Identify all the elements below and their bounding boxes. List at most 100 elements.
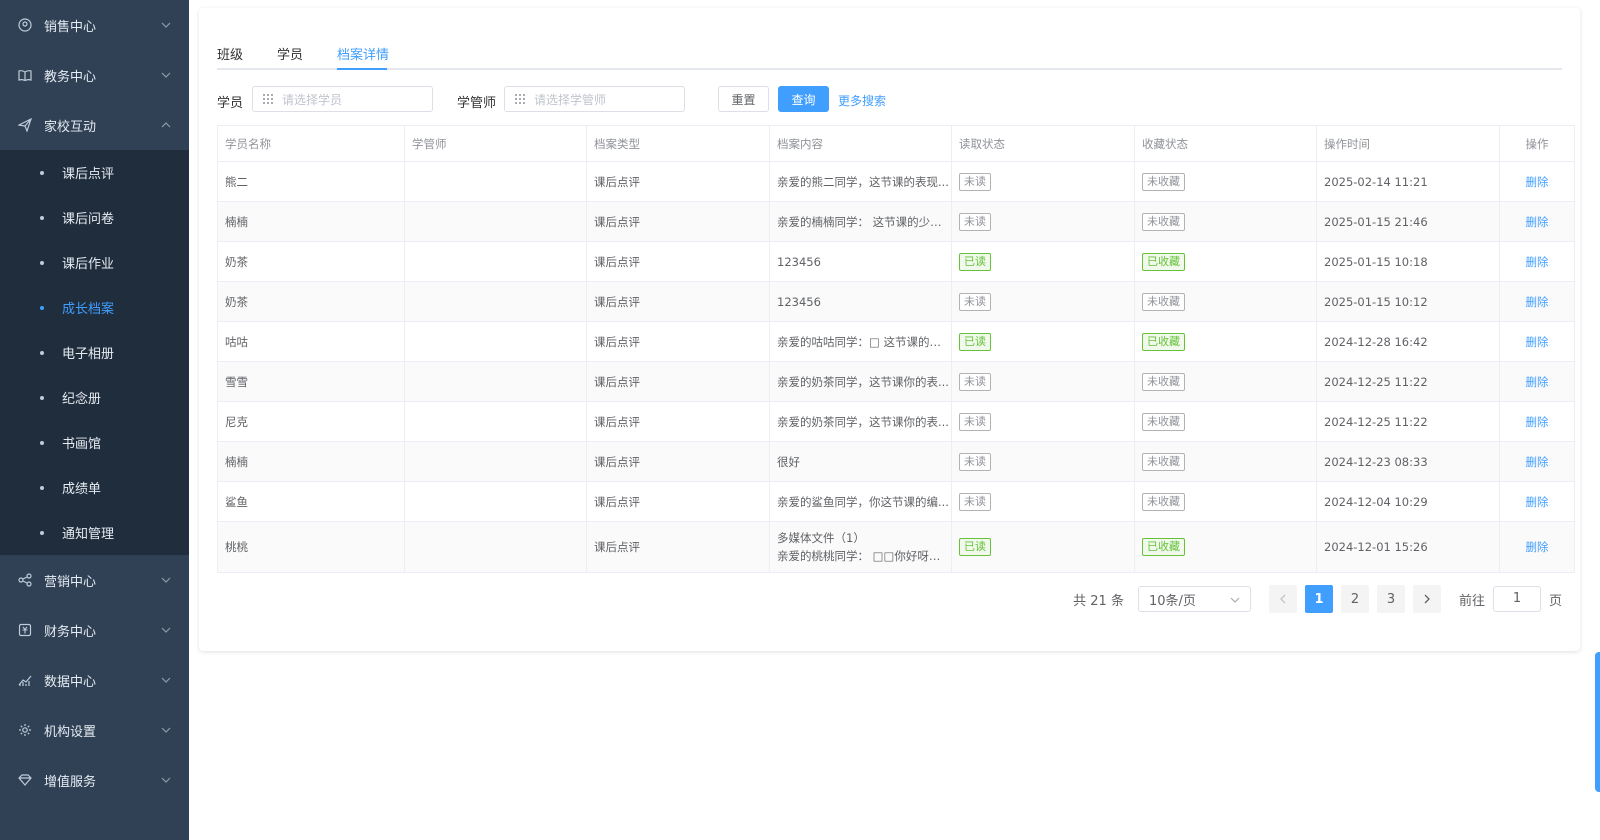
sidebar-sub-item-6[interactable]: 书画馆 xyxy=(0,420,189,465)
sidebar-sub-item-7[interactable]: 成绩单 xyxy=(0,465,189,510)
cell-archive-content: 亲爱的楠楠同学： 这节课的少儿... xyxy=(769,201,952,242)
page-button-1[interactable]: 1 xyxy=(1304,585,1333,613)
finance-icon xyxy=(18,623,32,637)
cell-operation: 删除 xyxy=(1499,321,1575,362)
chevron-up-icon xyxy=(161,120,171,130)
page-button-3[interactable]: 3 xyxy=(1376,585,1405,613)
read-status-badge: 已读 xyxy=(959,332,991,351)
menu-group-top-0[interactable]: 销售中心 xyxy=(0,0,189,50)
sidebar-sub-item-1[interactable]: 课后问卷 xyxy=(0,195,189,240)
cell-manager xyxy=(404,281,587,322)
sidebar-sub-item-0[interactable]: 课后点评 xyxy=(0,150,189,195)
tab-active-ink xyxy=(337,68,387,70)
tab-class[interactable]: 班级 xyxy=(217,44,243,63)
menu-group-top-2[interactable]: 家校互动 xyxy=(0,100,189,150)
sidebar-sub-item-5[interactable]: 纪念册 xyxy=(0,375,189,420)
cell-fav-status: 未收藏 xyxy=(1134,481,1317,522)
gear-icon xyxy=(18,723,32,737)
read-status-badge: 已读 xyxy=(959,252,991,271)
cell-manager xyxy=(404,441,587,482)
archive-content: 123456 xyxy=(777,294,821,309)
delete-link[interactable]: 删除 xyxy=(1526,255,1549,269)
delete-link[interactable]: 删除 xyxy=(1526,495,1549,509)
sidebar-sub-item-8[interactable]: 通知管理 xyxy=(0,510,189,555)
cell-student-name: 楠楠 xyxy=(217,201,405,242)
cell-op-time: 2024-12-23 08:33 xyxy=(1316,441,1500,482)
cell-archive-type: 课后点评 xyxy=(586,481,770,522)
cell-operation: 删除 xyxy=(1499,401,1575,442)
cell-archive-type: 课后点评 xyxy=(586,201,770,242)
cell-op-time: 2025-01-15 10:12 xyxy=(1316,281,1500,322)
cell-archive-type: 课后点评 xyxy=(586,241,770,282)
cell-student-name: 鲨鱼 xyxy=(217,481,405,522)
delete-link[interactable]: 删除 xyxy=(1526,215,1549,229)
more-search-link[interactable]: 更多搜索 xyxy=(838,92,886,109)
pagination: 共 21 条 10条/页 1 2 3 前往 1 页 xyxy=(1073,585,1562,613)
cell-operation: 删除 xyxy=(1499,201,1575,242)
submenu-home-school: 课后点评 课后问卷 课后作业 成长档案 电子相册 纪念册 书画馆 成绩单 通知管理 xyxy=(0,150,189,555)
next-page-button[interactable] xyxy=(1412,585,1441,613)
cell-read-status: 未读 xyxy=(951,481,1135,522)
cell-op-time: 2024-12-01 15:26 xyxy=(1316,521,1500,573)
tab-archive-detail[interactable]: 档案详情 xyxy=(337,44,389,63)
delete-link[interactable]: 删除 xyxy=(1526,455,1549,469)
manager-filter-label: 学管师 xyxy=(457,96,497,111)
cell-operation: 删除 xyxy=(1499,521,1575,573)
delete-link[interactable]: 删除 xyxy=(1526,540,1549,554)
menu-group-bottom-2[interactable]: 数据中心 xyxy=(0,655,189,705)
menu-group-bottom-4[interactable]: 增值服务 xyxy=(0,755,189,805)
sidebar-sub-item-2[interactable]: 课后作业 xyxy=(0,240,189,285)
cell-read-status: 未读 xyxy=(951,441,1135,482)
delete-link[interactable]: 删除 xyxy=(1526,175,1549,189)
cell-student-name: 桃桃 xyxy=(217,521,405,573)
read-status-badge: 未读 xyxy=(959,172,991,191)
cell-archive-type: 课后点评 xyxy=(586,161,770,202)
chevron-down-icon xyxy=(161,20,171,30)
fav-status-badge: 未收藏 xyxy=(1142,452,1185,471)
cell-op-time: 2025-01-15 10:18 xyxy=(1316,241,1500,282)
menu-group-bottom-3[interactable]: 机构设置 xyxy=(0,705,189,755)
cell-fav-status: 未收藏 xyxy=(1134,441,1317,482)
goto-page-input[interactable]: 1 xyxy=(1492,586,1541,612)
grid-icon xyxy=(263,94,273,104)
page-button-2[interactable]: 2 xyxy=(1340,585,1369,613)
menu-group-bottom-0[interactable]: 营销中心 xyxy=(0,555,189,605)
reset-button[interactable]: 重置 xyxy=(718,86,769,112)
side-float-tab[interactable] xyxy=(1595,652,1600,792)
archive-content: 亲爱的咕咕同学：□ 这节课的儿... xyxy=(777,334,952,349)
cell-archive-type: 课后点评 xyxy=(586,401,770,442)
grid-icon xyxy=(515,94,525,104)
col-archive-type: 档案类型 xyxy=(586,125,770,162)
fav-status-badge: 未收藏 xyxy=(1142,412,1185,431)
page-size-select[interactable]: 10条/页 xyxy=(1137,586,1251,612)
cell-archive-type: 课后点评 xyxy=(586,321,770,362)
sidebar-sub-item-3[interactable]: 成长档案 xyxy=(0,285,189,330)
table-header-row: 学员名称 学管师 档案类型 档案内容 读取状态 收藏状态 操作时间 操作 xyxy=(217,125,1575,162)
query-button[interactable]: 查询 xyxy=(778,86,829,112)
bullet-dot xyxy=(40,350,44,355)
fav-status-badge: 未收藏 xyxy=(1142,212,1185,231)
cell-read-status: 未读 xyxy=(951,361,1135,402)
student-select[interactable]: 请选择学员 xyxy=(252,86,433,112)
delete-link[interactable]: 删除 xyxy=(1526,375,1549,389)
tab-student[interactable]: 学员 xyxy=(277,44,303,63)
col-student-name: 学员名称 xyxy=(217,125,405,162)
menu-group-label: 财务中心 xyxy=(44,624,97,640)
manager-select-placeholder: 请选择学管师 xyxy=(534,92,607,107)
cell-fav-status: 未收藏 xyxy=(1134,361,1317,402)
cell-archive-content: 亲爱的鲨鱼同学，你这节课的编... xyxy=(769,481,952,522)
bullet-dot xyxy=(40,170,44,175)
delete-link[interactable]: 删除 xyxy=(1526,295,1549,309)
menu-group-bottom-1[interactable]: 财务中心 xyxy=(0,605,189,655)
cell-read-status: 未读 xyxy=(951,201,1135,242)
chevron-left-icon xyxy=(1280,594,1286,604)
cell-operation: 删除 xyxy=(1499,281,1575,322)
delete-link[interactable]: 删除 xyxy=(1526,335,1549,349)
fav-status-badge: 未收藏 xyxy=(1142,172,1185,191)
delete-link[interactable]: 删除 xyxy=(1526,415,1549,429)
prev-page-button[interactable] xyxy=(1268,585,1297,613)
menu-group-top-1[interactable]: 教务中心 xyxy=(0,50,189,100)
manager-select[interactable]: 请选择学管师 xyxy=(504,86,685,112)
sidebar-sub-item-4[interactable]: 电子相册 xyxy=(0,330,189,375)
read-status-badge: 未读 xyxy=(959,372,991,391)
